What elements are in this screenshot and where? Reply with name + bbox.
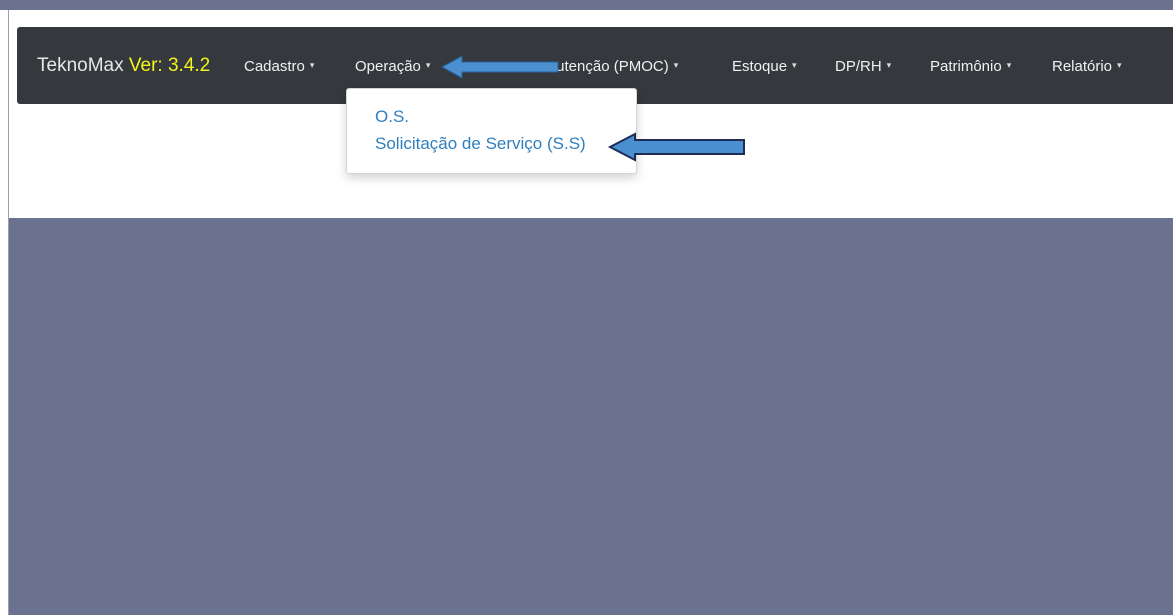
brand-name: TeknoMax bbox=[37, 55, 124, 76]
caret-down-icon: ▾ bbox=[1006, 59, 1012, 70]
nav-item-label: Operação bbox=[355, 58, 421, 75]
caret-down-icon: ▾ bbox=[1117, 59, 1122, 70]
brand[interactable]: TeknoMax Ver: 3.4.2 bbox=[37, 55, 210, 77]
nav-item-label: Cadastro bbox=[244, 58, 305, 75]
nav-item-label: Estoque bbox=[732, 58, 788, 75]
version-label: Ver: 3.4.2 bbox=[128, 55, 211, 76]
nav-item-label: Relatório bbox=[1052, 58, 1113, 75]
menu-item-os[interactable]: O.S. bbox=[375, 107, 409, 127]
nav-item-relatorio[interactable]: Relatório ▾ bbox=[1052, 58, 1122, 75]
nav-item-cadastro[interactable]: Cadastro ▾ bbox=[244, 58, 314, 75]
caret-down-icon: ▾ bbox=[886, 59, 892, 70]
nav-item-estoque[interactable]: Estoque ▾ bbox=[732, 58, 797, 75]
menu-item-solicitacao-servico[interactable]: Solicitação de Serviço (S.S) bbox=[375, 134, 586, 154]
nav-item-operacao[interactable]: Operação ▾ bbox=[355, 58, 430, 75]
nav-item-manutencao-pmoc[interactable]: ıutenção (PMOC) ▾ bbox=[552, 58, 678, 75]
nav-item-label: ıutenção (PMOC) bbox=[552, 58, 669, 75]
caret-down-icon: ▾ bbox=[425, 59, 431, 70]
nav-item-label: Patrimônio bbox=[930, 58, 1002, 75]
left-arrow-icon bbox=[607, 132, 745, 162]
left-arrow-icon bbox=[440, 55, 559, 79]
caret-down-icon: ▾ bbox=[673, 59, 679, 70]
caret-down-icon: ▾ bbox=[792, 59, 797, 70]
nav-item-dp-rh[interactable]: DP/RH ▾ bbox=[835, 58, 891, 75]
nav-item-label: DP/RH bbox=[835, 58, 882, 75]
operacao-dropdown-menu: O.S. Solicitação de Serviço (S.S) bbox=[346, 88, 637, 174]
caret-down-icon: ▾ bbox=[309, 59, 315, 70]
nav-item-patrimonio[interactable]: Patrimônio ▾ bbox=[930, 58, 1011, 75]
main-content-area bbox=[9, 218, 1173, 615]
top-border-strip bbox=[0, 0, 1173, 10]
